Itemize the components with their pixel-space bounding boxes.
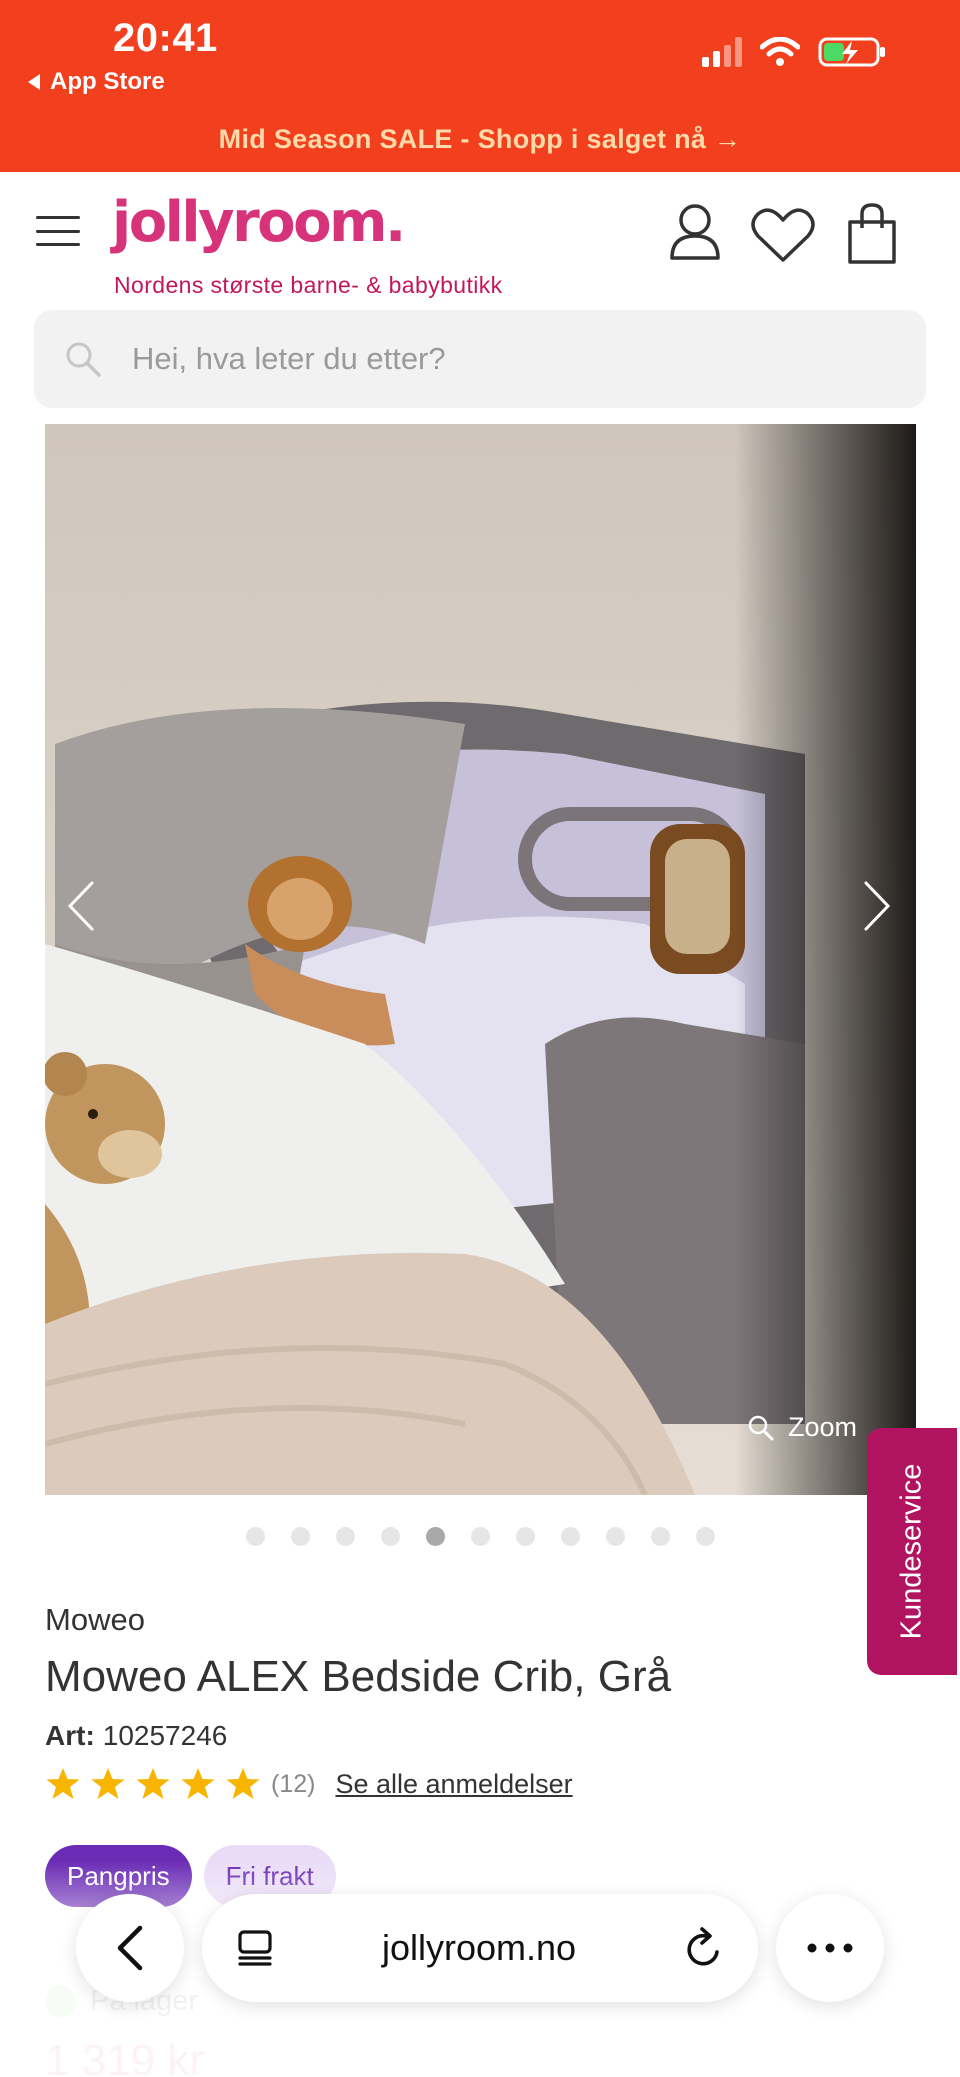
battery-charging-icon (818, 37, 885, 67)
promo-banner[interactable]: Mid Season SALE - Shopp i salget nå → (0, 124, 960, 155)
pagination-dot[interactable] (515, 1527, 535, 1546)
star-icon (181, 1768, 215, 1799)
wifi-icon (760, 37, 800, 66)
jollyroom-logo[interactable]: jollyroom. (112, 190, 406, 255)
kundeservice-tab[interactable]: Kundeservice (867, 1428, 957, 1675)
back-chevron-icon (117, 1925, 143, 1971)
more-dots-icon (807, 1943, 853, 1953)
browser-back-button[interactable] (76, 1894, 184, 2002)
crib-photo (45, 424, 916, 1495)
pagination-dot[interactable] (695, 1527, 715, 1546)
pagination-dot[interactable] (335, 1527, 355, 1546)
kundeservice-label: Kundeservice (895, 1463, 928, 1640)
search-icon (66, 342, 101, 377)
product-image[interactable] (45, 424, 916, 1495)
browser-url-bar[interactable]: jollyroom.no (202, 1894, 758, 2002)
product-title: Moweo ALEX Bedside Crib, Grå (45, 1652, 672, 1701)
zoom-icon (748, 1415, 774, 1440)
star-icon (91, 1768, 125, 1799)
status-time: 20:41 (113, 16, 218, 60)
zoom-label: Zoom (788, 1412, 858, 1442)
reload-icon[interactable] (684, 1927, 724, 1969)
pagination-dot[interactable] (290, 1527, 310, 1546)
search-placeholder: Hei, hva leter du etter? (132, 341, 446, 376)
previous-image-icon[interactable] (66, 880, 96, 932)
product-rating[interactable]: (12) Se alle anmeldelser (45, 1767, 573, 1801)
heart-icon[interactable] (750, 206, 816, 264)
menu-icon[interactable] (36, 216, 80, 246)
pagination-dot[interactable] (380, 1527, 400, 1546)
tagline: Nordens største barne- & babybutikk (114, 272, 503, 298)
pagination-dot-active[interactable] (425, 1527, 445, 1546)
site-header: jollyroom. Nordens største barne- & baby… (0, 172, 960, 302)
product-price: 1 319 kr (45, 2036, 204, 2077)
back-to-app-store[interactable]: App Store (28, 68, 165, 96)
article-label: Art: (45, 1720, 95, 1751)
zoom-button[interactable]: Zoom (748, 1412, 857, 1443)
search-input[interactable]: Hei, hva leter du etter? (34, 310, 926, 408)
next-image-icon[interactable] (862, 880, 892, 932)
cart-icon[interactable] (846, 202, 898, 266)
article-value: 10257246 (102, 1720, 228, 1751)
tabs-icon (238, 1930, 272, 1966)
see-all-reviews-link[interactable]: Se alle anmeldelser (335, 1769, 572, 1800)
top-banner-area: 20:41 App Store Mid Season SALE - Shopp … (0, 0, 960, 172)
pagination-dot[interactable] (605, 1527, 625, 1546)
star-icon (226, 1768, 260, 1799)
back-app-label: App Store (50, 68, 165, 95)
rating-stars (45, 1767, 261, 1801)
url-text: jollyroom.no (381, 1927, 577, 1968)
pagination-dot[interactable] (470, 1527, 490, 1546)
pagination-dot[interactable] (560, 1527, 580, 1546)
review-count: (12) (271, 1769, 316, 1798)
image-pagination (0, 1527, 960, 1546)
back-triangle-icon (28, 74, 40, 90)
pagination-dot[interactable] (650, 1527, 670, 1546)
article-number: Art: 10257246 (45, 1720, 227, 1752)
product-brand[interactable]: Moweo (45, 1602, 145, 1638)
pagination-dot[interactable] (245, 1527, 265, 1546)
in-stock-dot-icon (45, 1986, 76, 2017)
account-icon[interactable] (668, 202, 722, 262)
star-icon (136, 1768, 170, 1799)
cellular-signal-icon (702, 37, 742, 67)
browser-more-button[interactable] (776, 1894, 884, 2002)
status-icons (702, 36, 888, 68)
star-icon (46, 1768, 80, 1799)
